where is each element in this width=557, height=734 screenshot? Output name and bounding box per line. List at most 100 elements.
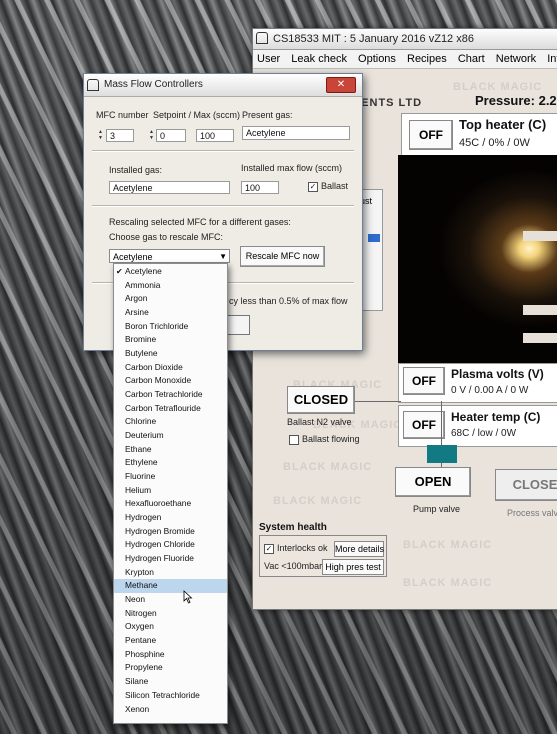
gas-option[interactable]: Ammonia (114, 279, 227, 293)
ballast-flowing-checkbox[interactable]: Ballast flowing (289, 434, 360, 445)
process-valve-label: Process valv (507, 508, 557, 518)
ballast-valve-label: Ballast N2 valve (287, 417, 352, 427)
main-window-title: CS18533 MIT : 5 January 2016 vZ12 x86 (273, 33, 474, 45)
gas-option[interactable]: ✔ Acetylene (114, 265, 227, 279)
menu-leak-check[interactable]: Leak check (287, 53, 351, 65)
pump-valve-open-button[interactable]: OPEN (395, 467, 471, 497)
gas-option[interactable]: Krypton (114, 566, 227, 580)
gas-option[interactable]: Argon (114, 292, 227, 306)
chamber-indicator (427, 445, 457, 463)
heater-temp-off-button[interactable]: OFF (403, 411, 445, 439)
dialog-title: Mass Flow Controllers (104, 79, 203, 90)
installed-gas-field[interactable]: Acetylene (109, 181, 230, 194)
main-title-bar[interactable]: CS18533 MIT : 5 January 2016 vZ12 x86 (253, 29, 557, 50)
plasma-volts-off-button[interactable]: OFF (403, 367, 445, 395)
ballast-checkbox-label: Ballast (321, 181, 349, 191)
menu-options[interactable]: Options (354, 53, 400, 65)
gas-option[interactable]: Carbon Tetraflouride (114, 402, 227, 416)
gas-option-highlighted[interactable]: Methane (114, 579, 227, 594)
gas-option[interactable]: Deuterium (114, 429, 227, 443)
present-gas-label: Present gas: (242, 110, 293, 120)
gas-option[interactable]: Xenon (114, 703, 227, 717)
gas-option[interactable]: Hydrogen (114, 511, 227, 525)
rescale-mfc-now-button[interactable]: Rescale MFC now (240, 246, 325, 267)
gas-option[interactable]: Silicon Tetrachloride (114, 689, 227, 703)
menu-recipes[interactable]: Recipes (403, 53, 451, 65)
watermark: BLACK MAGIC (453, 81, 543, 93)
gas-option[interactable]: Arsine (114, 306, 227, 320)
accuracy-note: cy less than 0.5% of max flow (229, 296, 348, 306)
gas-option[interactable]: Fluorine (114, 470, 227, 484)
gas-option[interactable]: Hexafluoroethane (114, 497, 227, 511)
camera-bar (523, 305, 557, 315)
side-indicator (368, 234, 380, 242)
gas-option[interactable]: Phosphine (114, 648, 227, 662)
dialog-title-bar[interactable]: Mass Flow Controllers ✕ (84, 74, 362, 97)
menu-interface[interactable]: Interfa (543, 53, 557, 65)
gas-option[interactable]: Silane (114, 675, 227, 689)
mfc-number-field[interactable]: 3 (106, 129, 134, 142)
gas-option[interactable]: Nitrogen (114, 607, 227, 621)
installed-gas-label: Installed gas: (109, 165, 163, 175)
installed-max-flow-label: Installed max flow (sccm) (241, 163, 343, 173)
gas-option[interactable]: Hydrogen Bromide (114, 525, 227, 539)
gas-option[interactable]: Oxygen (114, 620, 227, 634)
gas-option[interactable]: Butylene (114, 347, 227, 361)
menu-chart[interactable]: Chart (454, 53, 489, 65)
gas-option[interactable]: Ethylene (114, 456, 227, 470)
ballast-checkbox[interactable]: ✓ Ballast (308, 181, 348, 192)
menu-network[interactable]: Network (492, 53, 540, 65)
gas-option[interactable]: Neon (114, 593, 227, 607)
gas-option[interactable]: Hydrogen Fluoride (114, 552, 227, 566)
interlocks-ok-indicator: ✓ Interlocks ok (264, 543, 328, 554)
choose-gas-label: Choose gas to rescale MFC: (109, 232, 224, 242)
watermark: BLACK MAGIC (283, 461, 373, 473)
pipe-line (353, 401, 401, 402)
gas-option[interactable]: Bromine (114, 333, 227, 347)
plasma-volts-status: 0 V / 0.00 A / 0 W (451, 385, 529, 396)
top-heater-off-button[interactable]: OFF (409, 120, 453, 150)
mfc-number-spinner-icon[interactable]: ▲ ▼ (98, 129, 104, 142)
check-icon: ✔ (116, 267, 123, 276)
interlocks-ok-label: Interlocks ok (277, 543, 328, 553)
system-health-title: System health (259, 522, 327, 533)
setpoint-spinner-icon[interactable]: ▲ ▼ (149, 129, 155, 142)
gas-option[interactable]: Boron Trichloride (114, 320, 227, 334)
vac-label: Vac <100mbar (264, 561, 323, 571)
menu-user[interactable]: User (253, 53, 284, 65)
app-logo-icon (87, 79, 99, 91)
installed-max-flow-field[interactable]: 100 (241, 181, 279, 194)
chamber-camera-view (398, 155, 557, 363)
present-gas-field: Acetylene (242, 126, 350, 140)
gas-option[interactable]: Pentane (114, 634, 227, 648)
gas-option[interactable]: Carbon Dioxide (114, 361, 227, 375)
gas-option[interactable]: Chlorine (114, 415, 227, 429)
gas-option[interactable]: Hydrogen Chloride (114, 538, 227, 552)
check-icon: ✓ (264, 543, 274, 554)
checkbox-icon (289, 434, 299, 445)
gas-option[interactable]: Carbon Monoxide (114, 374, 227, 388)
more-details-button[interactable]: More details (334, 541, 384, 557)
high-pres-test-button[interactable]: High pres test (322, 559, 384, 575)
gas-option[interactable]: Helium (114, 484, 227, 498)
setpoint-max-label: Setpoint / Max (sccm) (153, 110, 241, 120)
setpoint-field[interactable]: 0 (156, 129, 186, 142)
watermark: BLACK MAGIC (273, 495, 363, 507)
gas-select-combobox[interactable]: Acetylene ▼ (109, 249, 230, 263)
mouse-cursor-icon (183, 590, 193, 604)
close-icon: ✕ (336, 79, 346, 90)
gas-option[interactable]: Ethane (114, 443, 227, 457)
max-sccm-field: 100 (196, 129, 234, 142)
dropdown-arrow-icon[interactable]: ▼ (219, 250, 227, 264)
pressure-readout: Pressure: 2.2 (475, 93, 557, 108)
process-valve-close-button[interactable]: CLOSE (495, 469, 557, 501)
divider (92, 150, 354, 152)
gas-option[interactable]: Carbon Tetrachloride (114, 388, 227, 402)
gas-option[interactable]: Propylene (114, 661, 227, 675)
close-button[interactable]: ✕ (326, 77, 356, 93)
gas-dropdown-list: ✔ Acetylene Ammonia Argon Arsine Boron Tr… (113, 263, 228, 724)
check-icon: ✓ (308, 181, 318, 192)
camera-bar (523, 333, 557, 343)
heater-temp-status: 68C / low / 0W (451, 428, 517, 439)
ballast-valve-closed-button[interactable]: CLOSED (287, 386, 355, 414)
